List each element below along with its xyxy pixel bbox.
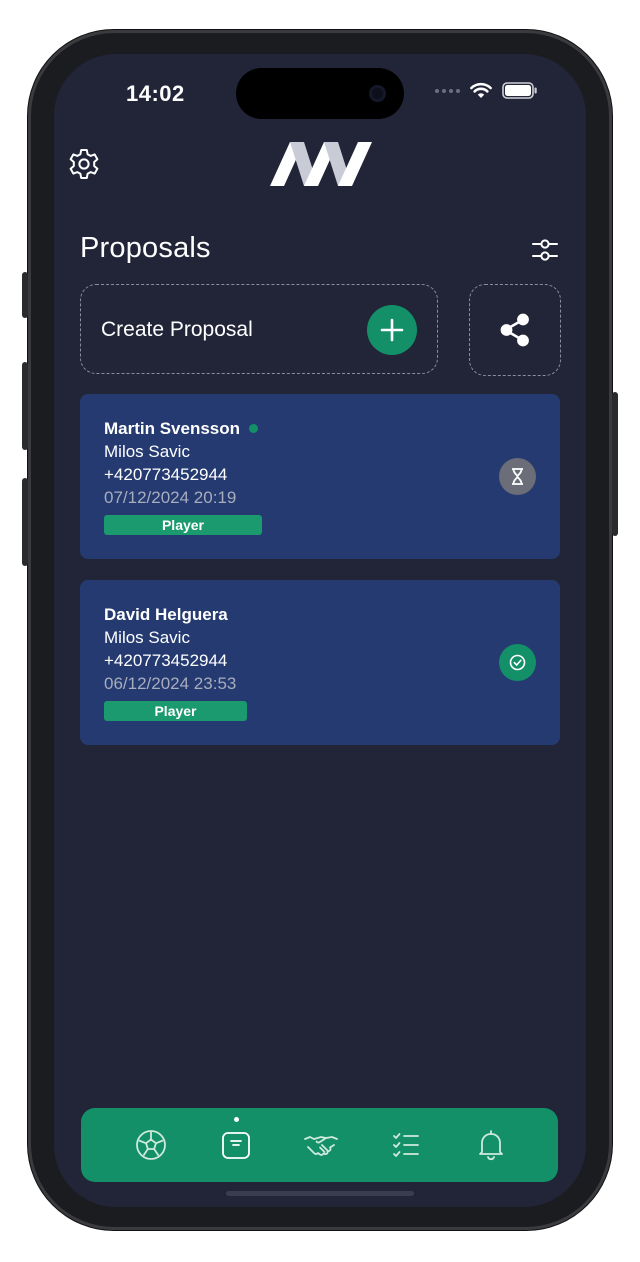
power-button	[612, 392, 618, 536]
share-button[interactable]	[469, 284, 561, 376]
online-indicator	[249, 424, 259, 433]
share-icon	[500, 313, 529, 346]
handshake-icon[interactable]	[303, 1127, 339, 1163]
status-time: 14:02	[126, 81, 185, 106]
volume-down-button	[22, 478, 28, 566]
status-icons	[435, 82, 538, 99]
proposal-card[interactable]: David Helguera Milos Savic +420773452944…	[80, 580, 560, 745]
proposal-card[interactable]: Martin Svensson Milos Savic +42077345294…	[80, 394, 560, 559]
app-screen: 14:02 Proposals Create Proposal Martin S…	[54, 54, 586, 1207]
document-icon[interactable]	[218, 1127, 254, 1163]
volume-up-button	[22, 362, 28, 450]
check-circle-icon	[499, 644, 536, 681]
battery-icon	[502, 82, 537, 99]
sliders-icon[interactable]	[530, 235, 560, 265]
proposal-date: 06/12/2024 23:53	[104, 674, 237, 693]
proposal-date: 07/12/2024 20:19	[104, 488, 237, 507]
create-proposal-label: Create Proposal	[101, 318, 253, 341]
player-name: Martin Svensson	[104, 419, 259, 439]
side-button	[22, 272, 28, 318]
role-badge: Player	[104, 701, 247, 721]
hourglass-icon	[499, 458, 536, 495]
create-proposal-button[interactable]: Create Proposal	[80, 284, 438, 374]
role-badge: Player	[104, 515, 262, 535]
agent-name: Milos Savic	[104, 628, 190, 647]
checklist-icon[interactable]	[388, 1127, 424, 1163]
player-name: David Helguera	[104, 605, 228, 624]
brand-logo-icon	[270, 142, 372, 186]
wifi-icon	[470, 82, 492, 98]
dynamic-island	[236, 68, 404, 119]
bell-icon[interactable]	[473, 1127, 509, 1163]
gear-icon[interactable]	[66, 146, 102, 182]
home-indicator	[226, 1191, 414, 1196]
page-title: Proposals	[80, 232, 211, 264]
bottom-tab-bar	[81, 1108, 558, 1182]
plus-icon	[367, 305, 417, 355]
phone-number: +420773452944	[104, 465, 228, 484]
signal-dots-icon	[435, 88, 460, 93]
active-tab-indicator	[234, 1117, 239, 1122]
agent-name: Milos Savic	[104, 442, 190, 461]
football-icon[interactable]	[133, 1127, 169, 1163]
phone-number: +420773452944	[104, 651, 228, 670]
